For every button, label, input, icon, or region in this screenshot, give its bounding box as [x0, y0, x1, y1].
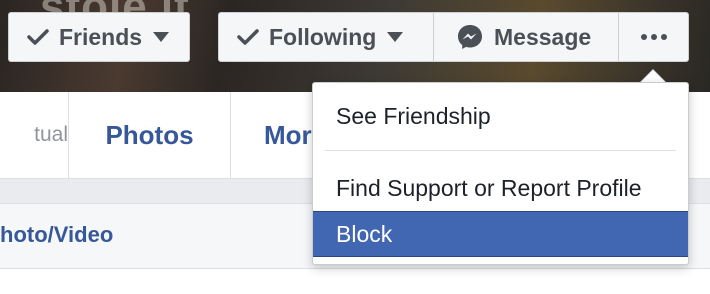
composer-body[interactable]: [0, 269, 710, 294]
tab-mutual-fragment[interactable]: tual: [0, 92, 68, 178]
following-label: Following: [269, 23, 377, 50]
following-button[interactable]: Following: [218, 12, 434, 62]
checkmark-icon: [237, 28, 259, 46]
more-options-dropdown: See Friendship Find Support or Report Pr…: [312, 82, 689, 265]
menu-item-see-friendship[interactable]: See Friendship: [313, 93, 688, 139]
menu-item-report-profile[interactable]: Find Support or Report Profile: [313, 165, 688, 211]
caret-down-icon: [386, 31, 404, 43]
more-dots-icon: [640, 33, 668, 41]
tab-photos[interactable]: Photos: [69, 92, 230, 178]
friends-button[interactable]: Friends: [8, 12, 190, 62]
caret-down-icon: [152, 31, 170, 43]
more-options-button[interactable]: [618, 12, 689, 62]
checkmark-icon: [27, 28, 49, 46]
menu-divider: [325, 150, 676, 151]
friends-label: Friends: [59, 23, 143, 50]
message-label: Message: [494, 23, 592, 50]
messenger-icon: [456, 23, 484, 51]
message-button[interactable]: Message: [433, 12, 619, 62]
composer-photo-video-link[interactable]: hoto/Video: [0, 222, 113, 248]
menu-item-block[interactable]: Block: [313, 211, 688, 257]
